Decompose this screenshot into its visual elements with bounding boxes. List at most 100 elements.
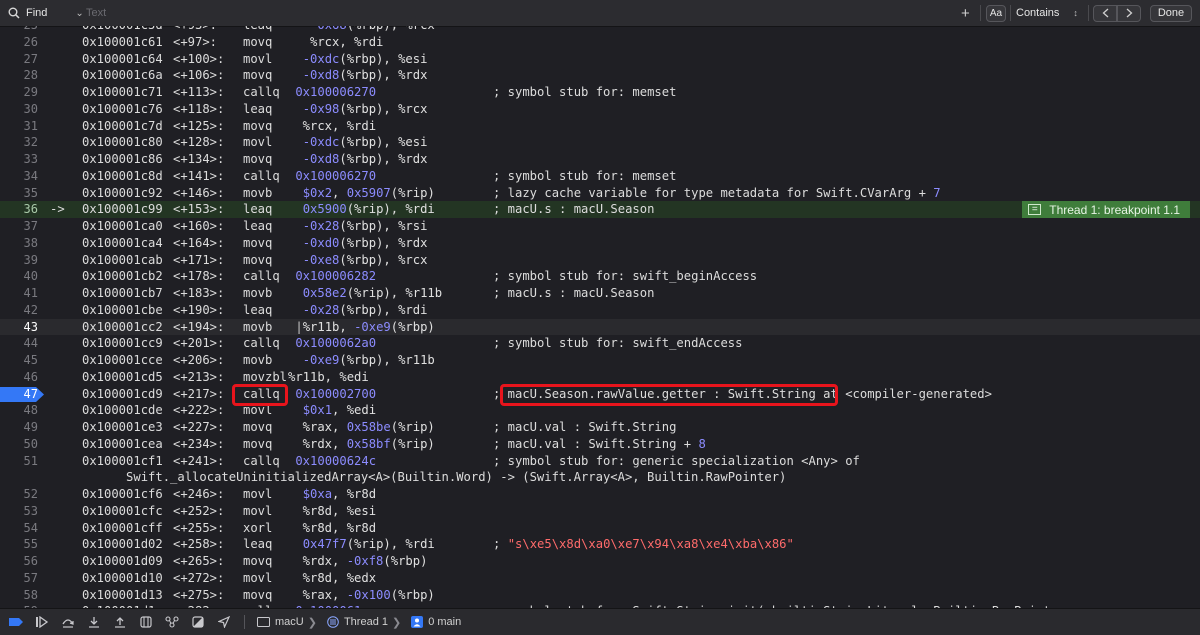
- find-mode-label: Find: [26, 7, 48, 19]
- instruction-operands: -0xd0(%rbp), %rdx: [302, 235, 428, 250]
- code-line[interactable]: 31 0x100001c7d <+125>: movq %rcx, %rdi: [0, 118, 1200, 135]
- instruction-mnemonic: callq: [243, 168, 280, 183]
- instruction-mnemonic: movb: [243, 319, 273, 334]
- code-line[interactable]: 55 0x100001d02 <+258>: leaq 0x47f7(%rip), %…: [0, 536, 1200, 553]
- instruction-mnemonic: callq: [243, 453, 280, 468]
- line-number: 25: [0, 26, 38, 34]
- step-into-icon[interactable]: [84, 612, 104, 632]
- breadcrumb-item-thread[interactable]: Thread 1: [327, 616, 388, 628]
- instruction-mnemonic: movq: [243, 235, 273, 250]
- code-line[interactable]: 27 0x100001c64 <+100>: movl -0xdc(%rbp), %e…: [0, 51, 1200, 68]
- instruction-operands: 0x10000624c: [295, 453, 377, 468]
- instruction-comment: ; symbol stub for: memset: [493, 168, 677, 183]
- instruction-mnemonic: leaq: [243, 219, 273, 233]
- instruction-operands: %r11b, %edi: [288, 369, 369, 384]
- breadcrumb-item-frame[interactable]: 0 main: [411, 616, 461, 628]
- ignore-case-button[interactable]: Aa: [986, 0, 1006, 26]
- code-line[interactable]: 30 0x100001c76 <+118>: leaq -0x98(%rbp), %r…: [0, 101, 1200, 118]
- breadcrumb-item-app[interactable]: macU: [257, 616, 304, 628]
- code-line[interactable]: 50 0x100001cea <+234>: movq %rdx, 0x58bf(%r…: [0, 436, 1200, 453]
- thread-breakpoint-badge[interactable]: = Thread 1: breakpoint 1.1: [1022, 201, 1190, 218]
- code-line-continuation[interactable]: Swift._allocateUninitializedArray<A>(Bui…: [0, 469, 1200, 486]
- instruction-offset: <+255>:: [173, 520, 225, 535]
- next-match-button[interactable]: [1117, 0, 1141, 26]
- instruction-address: 0x100001cea: [82, 436, 163, 451]
- code-line[interactable]: 39 0x100001cab <+171>: movq -0xe8(%rbp), %r…: [0, 252, 1200, 269]
- code-line[interactable]: 25 0x100001c5d <+93>: leaq -0x68(%rbp), %rc…: [0, 26, 1200, 34]
- match-label: Contains: [1016, 7, 1060, 19]
- code-line[interactable]: 57 0x100001d10 <+272>: movl %r8d, %edx: [0, 570, 1200, 587]
- code-line[interactable]: 26 0x100001c61 <+97>: movq %rcx, %rdi: [0, 34, 1200, 51]
- instruction-operands: 0x47f7(%rip), %rdi: [302, 537, 501, 552]
- instruction-operands: -0x68(%rbp), %rcx: [288, 26, 435, 34]
- instruction-offset: <+160>:: [173, 219, 225, 233]
- code-line[interactable]: 44 0x100001cc9 <+201>: callq 0x1000062a0 ; …: [0, 335, 1200, 352]
- code-line[interactable]: 33 0x100001c86 <+134>: movq -0xd8(%rbp), %r…: [0, 151, 1200, 168]
- instruction-address: 0x100001cbe: [82, 302, 163, 317]
- instruction-mnemonic: movq: [243, 152, 273, 166]
- instruction-mnemonic: movq: [243, 34, 273, 49]
- instruction-address: 0x100001c64: [82, 51, 163, 66]
- code-line[interactable]: 29 0x100001c71 <+113>: callq 0x100006270 ; …: [0, 84, 1200, 101]
- line-number: 29: [23, 85, 38, 99]
- instruction-operands: %r8d, %edx: [288, 570, 377, 585]
- instruction-operands: %rdx, 0x58bf(%rip): [288, 436, 494, 451]
- line-number: 48: [23, 403, 38, 418]
- code-line[interactable]: 51 0x100001cf1 <+241>: callq 0x10000624c ; …: [0, 453, 1200, 470]
- done-button[interactable]: Done: [1150, 0, 1192, 26]
- instruction-mnemonic: movq: [243, 587, 273, 602]
- code-line[interactable]: 46 0x100001cd5 <+213>: movzbl %r11b, %edi: [0, 369, 1200, 386]
- add-pattern-button[interactable]: +: [961, 0, 970, 26]
- instruction-offset: <+171>:: [173, 252, 225, 267]
- instruction-offset: <+258>:: [173, 537, 225, 552]
- instruction-mnemonic: callq: [243, 85, 280, 99]
- instruction-address: 0x100001cf1: [82, 453, 163, 468]
- match-mode-select[interactable]: Contains ↕: [1016, 0, 1078, 26]
- debug-view-hierarchy-icon[interactable]: [136, 612, 156, 632]
- step-out-icon[interactable]: [110, 612, 130, 632]
- search-input[interactable]: Text: [86, 0, 106, 26]
- pause-continue-icon[interactable]: [32, 612, 52, 632]
- environment-overrides-icon[interactable]: [188, 612, 208, 632]
- code-line[interactable]: 36 -> 0x100001c99 <+153>: leaq 0x5900(%rip),…: [0, 201, 1200, 218]
- instruction-mnemonic: movl: [243, 570, 273, 585]
- code-line[interactable]: 41 0x100001cb7 <+183>: movb 0x58e2(%rip), %…: [0, 285, 1200, 302]
- code-line[interactable]: 52 0x100001cf6 <+246>: movl $0xa, %r8d: [0, 486, 1200, 503]
- code-line[interactable]: 45 0x100001cce <+206>: movb -0xe9(%rbp), %r…: [0, 352, 1200, 369]
- code-line[interactable]: 53 0x100001cfc <+252>: movl %r8d, %esi: [0, 503, 1200, 520]
- code-line[interactable]: 34 0x100001c8d <+141>: callq 0x100006270 ; …: [0, 168, 1200, 185]
- instruction-offset: <+190>:: [173, 302, 225, 317]
- code-line[interactable]: 54 0x100001cff <+255>: xorl %r8d, %r8d: [0, 520, 1200, 537]
- code-line[interactable]: 35 0x100001c92 <+146>: movb $0x2, 0x5907(%r…: [0, 185, 1200, 202]
- disassembly-view[interactable]: 25 0x100001c5d <+93>: leaq -0x68(%rbp), %rc…: [0, 26, 1200, 608]
- simulate-location-icon[interactable]: [214, 612, 234, 632]
- instruction-operands: $0x1, %edi: [302, 403, 377, 418]
- instruction-address: 0x100001ca4: [82, 235, 163, 250]
- instruction-offset: <+100>:: [173, 51, 225, 66]
- code-line[interactable]: 28 0x100001c6a <+106>: movq -0xd8(%rbp), %r…: [0, 67, 1200, 84]
- instruction-offset: <+222>:: [173, 403, 225, 418]
- line-number: 39: [23, 252, 38, 267]
- find-mode-selector[interactable]: Find ⌄: [8, 0, 84, 26]
- instruction-offset: <+234>:: [173, 436, 225, 451]
- code-line[interactable]: 49 0x100001ce3 <+227>: movq %rax, 0x58be(%r…: [0, 419, 1200, 436]
- previous-match-button[interactable]: [1093, 0, 1117, 26]
- code-line[interactable]: 58 0x100001d13 <+275>: movq %rax, -0x100(%r…: [0, 587, 1200, 604]
- line-number: 34: [23, 168, 38, 183]
- code-line[interactable]: 32 0x100001c80 <+128>: movl -0xdc(%rbp), %e…: [0, 134, 1200, 151]
- chevron-right-icon: [1117, 4, 1141, 22]
- updown-chevron-icon: ↕: [1073, 8, 1078, 18]
- code-line[interactable]: 43 0x100001cc2 <+194>: movb |%r11b, -0xe9(%…: [0, 318, 1200, 336]
- code-line[interactable]: 37 0x100001ca0 <+160>: leaq -0x28(%rbp), %r…: [0, 218, 1200, 235]
- code-line[interactable]: 40 0x100001cb2 <+178>: callq 0x100006282 ; …: [0, 268, 1200, 285]
- code-line[interactable]: 42 0x100001cbe <+190>: leaq -0x28(%rbp), %r…: [0, 302, 1200, 319]
- step-over-icon[interactable]: [58, 612, 78, 632]
- breakpoint-toggle-icon[interactable]: [6, 612, 26, 632]
- instruction-address: 0x100001c5d: [82, 26, 163, 34]
- line-number: 36: [23, 202, 38, 217]
- code-line[interactable]: 38 0x100001ca4 <+164>: movq -0xd0(%rbp), %r…: [0, 235, 1200, 252]
- memory-graph-icon[interactable]: [162, 612, 182, 632]
- instruction-offset: <+265>:: [173, 554, 225, 568]
- annotation-box-getter: [500, 383, 838, 406]
- code-line[interactable]: 56 0x100001d09 <+265>: movq %rdx, -0xf8(%rb…: [0, 553, 1200, 570]
